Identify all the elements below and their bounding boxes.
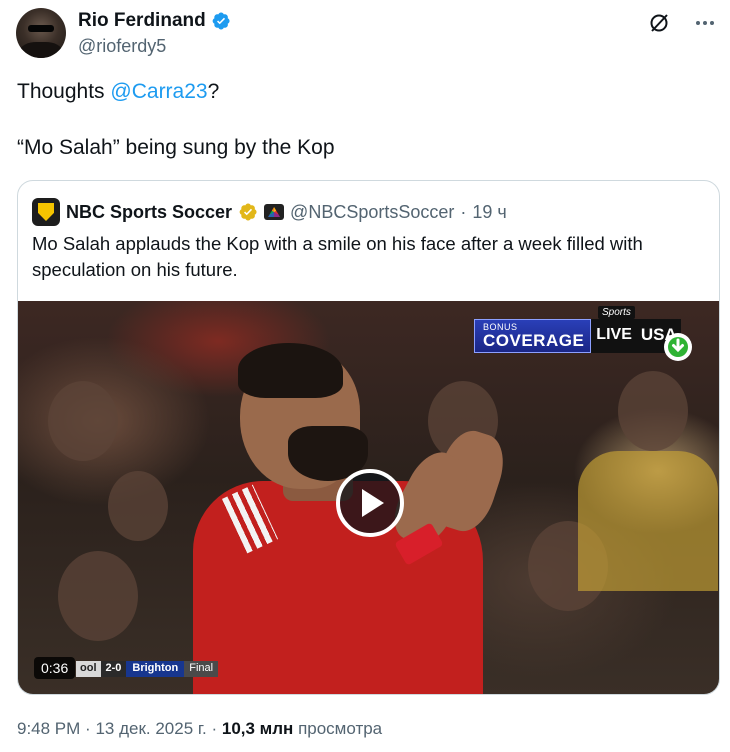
- tweet-line-1-suffix: ?: [207, 80, 220, 103]
- quoted-timestamp[interactable]: 19 ч: [472, 202, 506, 223]
- tweet-line-1: Thoughts @Carra23?: [17, 78, 707, 106]
- scoreboard-team-home: ool: [76, 661, 101, 677]
- avatar-jacket: [20, 42, 62, 58]
- scoreboard: ool 2-0 Brighton Final: [76, 661, 219, 677]
- tweet-text: Thoughts @Carra23? “Mo Salah” being sung…: [17, 78, 707, 162]
- tweet-time[interactable]: 9:48 PM: [17, 719, 80, 738]
- tweet-date[interactable]: 13 дек. 2025 г.: [95, 719, 206, 738]
- author-handle[interactable]: @rioferdy5: [78, 36, 231, 57]
- play-icon: [362, 489, 384, 517]
- broadcast-bug: BONUS COVERAGE LIVE USA: [474, 319, 681, 353]
- author-name[interactable]: Rio Ferdinand: [78, 10, 206, 32]
- scoreboard-status: Final: [184, 661, 219, 677]
- quoted-separator: ·: [460, 201, 467, 222]
- tweet-meta: 9:48 PM · 13 дек. 2025 г. · 10,3 млн про…: [17, 719, 382, 739]
- verified-badge-icon[interactable]: [211, 11, 231, 31]
- download-arrow-icon[interactable]: [664, 333, 692, 361]
- mention-link[interactable]: @Carra23: [110, 80, 207, 103]
- video-duration: 0:36: [34, 657, 76, 679]
- tweet-line-2: “Mo Salah” being sung by the Kop: [17, 136, 335, 159]
- nbc-sports-soccer-avatar[interactable]: [32, 198, 60, 226]
- meta-separator: ·: [211, 719, 218, 738]
- bonus-coverage-label: BONUS COVERAGE: [474, 319, 592, 353]
- author-block: Rio Ferdinand @rioferdy5: [78, 10, 231, 57]
- crowd-figure: [48, 381, 118, 461]
- quoted-author-name[interactable]: NBC Sports Soccer: [66, 202, 232, 223]
- grok-slash-icon[interactable]: [648, 12, 670, 39]
- views-label: просмотра: [298, 719, 383, 738]
- play-button[interactable]: [336, 469, 404, 537]
- author-avatar[interactable]: [16, 8, 66, 58]
- author-name-row[interactable]: Rio Ferdinand: [78, 10, 231, 32]
- crowd-yellow-jacket: [578, 451, 718, 591]
- verified-gold-badge-icon: [238, 202, 258, 222]
- bug-big-text: COVERAGE: [483, 331, 585, 350]
- tweet-line-1-prefix: Thoughts: [17, 80, 111, 103]
- views-count: 10,3 млн: [221, 719, 294, 738]
- quoted-author-handle: @NBCSportsSoccer: [290, 201, 455, 222]
- crowd-figure: [58, 551, 138, 641]
- quoted-tweet-text: Mo Salah applauds the Kop with a smile o…: [32, 233, 643, 280]
- top-actions: [648, 12, 716, 39]
- crowd-figure: [618, 371, 688, 451]
- nbc-sports-logo: Sports: [598, 306, 635, 319]
- quoted-tweet-header: NBC Sports Soccer @NBCSportsSoccer · 19 …: [32, 198, 507, 226]
- meta-separator: ·: [85, 719, 91, 738]
- live-label: LIVE: [591, 319, 637, 353]
- more-options-icon[interactable]: [694, 12, 716, 39]
- video-player[interactable]: Sports BONUS COVERAGE LIVE USA ool 2-0 B…: [18, 301, 719, 694]
- avatar-sunglasses: [28, 25, 54, 32]
- crowd-figure: [108, 471, 168, 541]
- nbc-affiliate-icon: [264, 204, 285, 220]
- scoreboard-team-away: Brighton: [126, 661, 185, 677]
- player-hair: [238, 343, 343, 398]
- scoreboard-score: 2-0: [100, 661, 127, 677]
- quoted-tweet-card[interactable]: NBC Sports Soccer @NBCSportsSoccer · 19 …: [17, 180, 720, 695]
